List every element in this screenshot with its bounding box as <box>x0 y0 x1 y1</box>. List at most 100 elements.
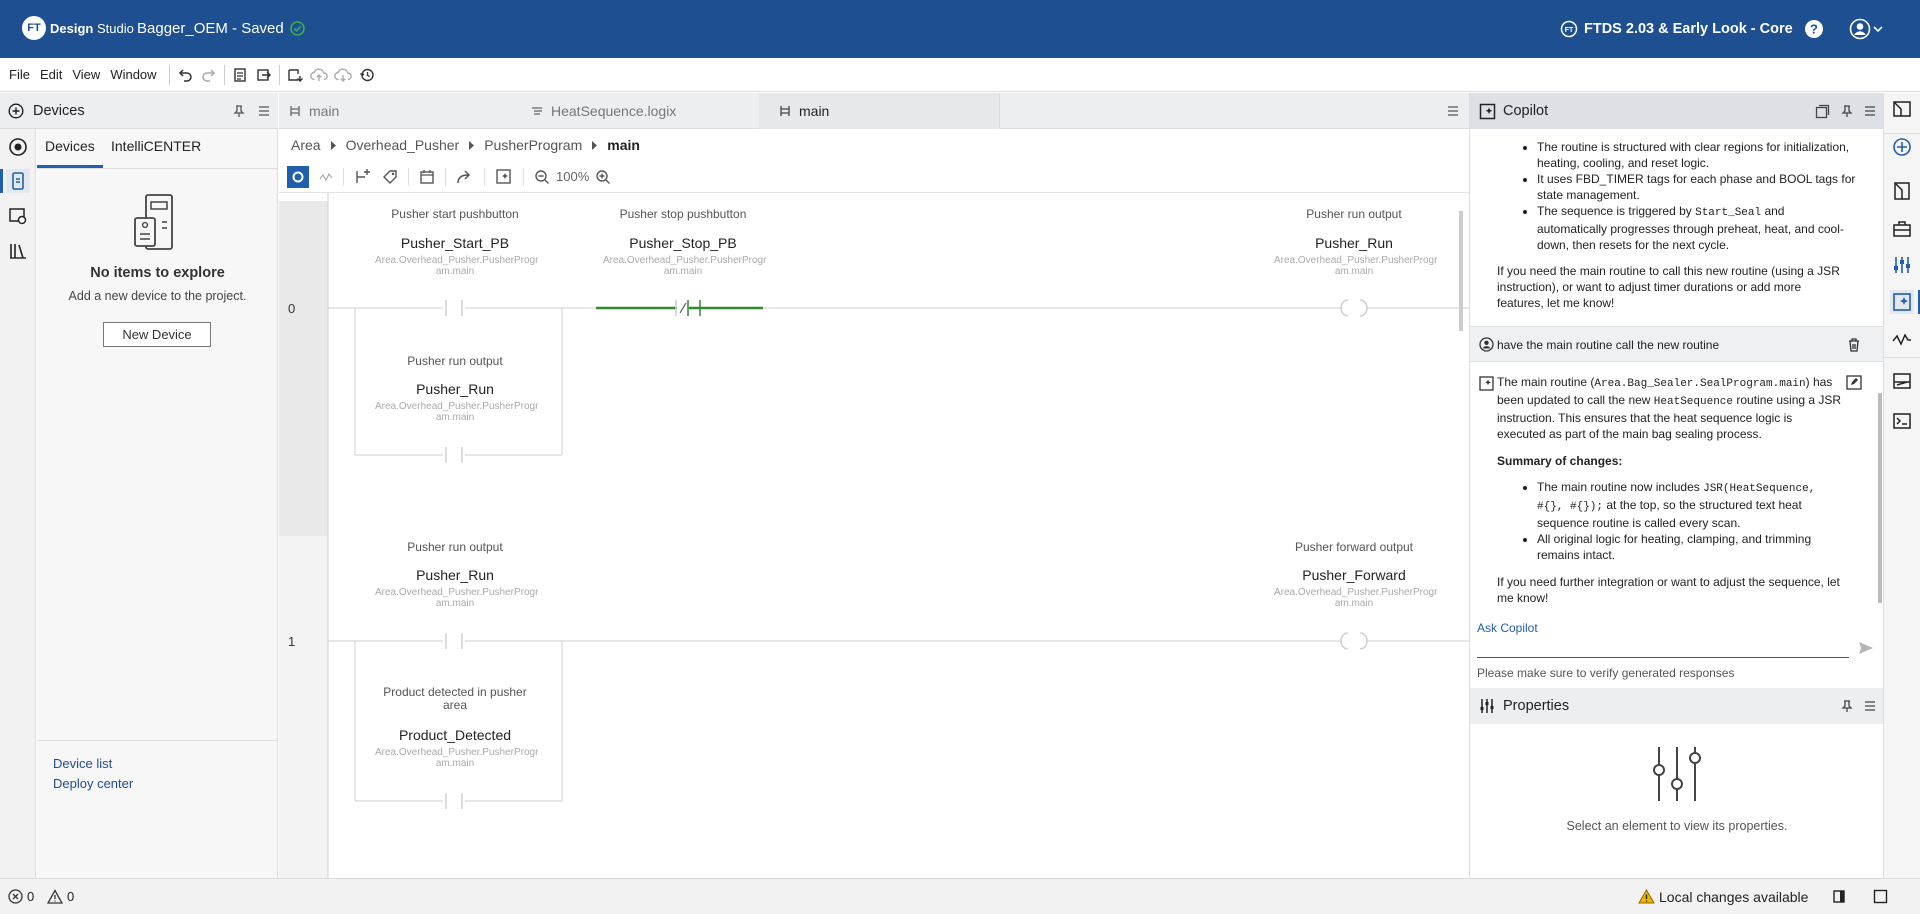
menu-view[interactable]: View <box>72 67 109 82</box>
menu-file[interactable]: File <box>9 67 39 82</box>
properties-rail-icon[interactable] <box>1890 253 1914 277</box>
help-icon[interactable]: ? <box>1804 19 1824 39</box>
design-studio-wordmark: Design Studio <box>50 21 134 36</box>
explorer-icon[interactable] <box>6 135 30 159</box>
zoom-out-icon[interactable] <box>534 169 550 185</box>
project-title[interactable]: Bagger_OEM - Saved <box>137 20 305 37</box>
output-panel-icon[interactable] <box>1890 369 1914 393</box>
pin-icon[interactable] <box>1840 104 1854 118</box>
tag-path: Area.Overhead_Pusher.PusherProgram.main <box>1274 255 1434 277</box>
breadcrumb-item-pusher-program[interactable]: PusherProgram <box>484 137 582 153</box>
right-activity-rail <box>1883 93 1920 878</box>
tag-path: Area.Overhead_Pusher.PusherProgram.main <box>375 255 535 277</box>
history-icon[interactable] <box>355 63 379 87</box>
go-to-icon[interactable] <box>456 169 474 185</box>
logo-design-text: Design <box>50 21 93 36</box>
copilot-rail-icon[interactable] <box>1890 290 1914 314</box>
dock-icon[interactable] <box>1832 889 1846 904</box>
tag-name: Pusher_Run <box>1274 235 1434 251</box>
menu-window[interactable]: Window <box>110 67 165 82</box>
toolbox-icon[interactable] <box>1890 217 1914 241</box>
previous-closing: If you need the main routine to call thi… <box>1497 263 1842 311</box>
download-icon[interactable] <box>283 63 307 87</box>
pin-icon[interactable] <box>1840 699 1854 713</box>
explorer-compass-icon[interactable] <box>1890 135 1914 159</box>
tag-description: Product detected in pusher area <box>375 686 535 712</box>
breadcrumb-separator-icon <box>330 141 337 150</box>
add-device-icon[interactable] <box>8 103 24 119</box>
tab-divider <box>999 93 1000 129</box>
new-file-icon[interactable] <box>228 63 252 87</box>
panel-menu-icon[interactable] <box>1863 104 1877 118</box>
tag-path-line1: Area.Overhead_Pusher.PusherProgr <box>375 747 538 758</box>
delete-icon[interactable] <box>1847 337 1861 353</box>
zoom-in-icon[interactable] <box>595 169 611 185</box>
open-project-icon[interactable] <box>252 63 276 87</box>
deploy-center-link[interactable]: Deploy center <box>53 776 133 791</box>
terminal-icon[interactable] <box>1890 409 1914 433</box>
tag-description: Pusher run output <box>375 540 535 554</box>
tab-intellicenter[interactable]: IntelliCENTER <box>111 138 201 154</box>
tab-main-1[interactable]: main <box>279 93 519 129</box>
tag-path-line1: Area.Overhead_Pusher.PusherProgr <box>603 255 766 266</box>
undo-icon[interactable] <box>173 63 197 87</box>
layout-toggle-icon[interactable] <box>1890 97 1914 121</box>
library-icon[interactable] <box>6 239 30 263</box>
inline-code: Start_Seal <box>1695 207 1761 219</box>
tag-name: Pusher_Start_PB <box>375 235 535 251</box>
tag-icon[interactable] <box>382 169 398 185</box>
breadcrumb: Area Overhead_Pusher PusherProgram main <box>279 129 1469 161</box>
add-rung-icon[interactable] <box>354 169 372 185</box>
tag-description: Pusher run output <box>375 354 535 368</box>
ask-copilot-input[interactable] <box>1477 636 1849 658</box>
calendar-icon[interactable] <box>419 169 435 185</box>
inline-code: Area.Bag_Sealer.SealProgram.main <box>1594 378 1805 390</box>
warning-icon[interactable] <box>47 889 63 904</box>
chat-scrollbar[interactable] <box>1878 393 1882 603</box>
status-bar: 0 0 Local changes available <box>0 878 1920 914</box>
local-changes-text[interactable]: Local changes available <box>1659 889 1808 905</box>
cloud-download-icon[interactable] <box>331 63 355 87</box>
devices-icon[interactable] <box>6 169 30 193</box>
maximize-icon[interactable] <box>1873 889 1888 904</box>
breadcrumb-item-overhead-pusher[interactable]: Overhead_Pusher <box>346 137 460 153</box>
device-list-link[interactable]: Device list <box>53 756 112 771</box>
editor-menu-icon[interactable] <box>1446 104 1460 118</box>
user-menu[interactable] <box>1849 18 1883 40</box>
online-toggle-icon[interactable] <box>287 166 309 188</box>
panel-menu-icon[interactable] <box>1863 699 1877 713</box>
new-chat-icon[interactable] <box>1815 104 1830 119</box>
redo-icon[interactable] <box>197 63 221 87</box>
tab-main-2[interactable]: main <box>759 93 999 129</box>
pin-icon[interactable] <box>232 104 246 118</box>
bullet-text: The sequence is triggered by <box>1537 204 1695 218</box>
trend-icon[interactable] <box>319 170 333 184</box>
send-icon[interactable] <box>1858 640 1874 656</box>
panel-menu-icon[interactable] <box>257 104 271 118</box>
tab-devices[interactable]: Devices <box>45 138 95 154</box>
devices-panel-header: Devices <box>0 93 278 129</box>
trend-chart-icon[interactable] <box>1890 327 1914 351</box>
response-text: The main routine ( <box>1497 375 1594 389</box>
tab-heatsequence[interactable]: HeatSequence.logix <box>519 93 759 129</box>
tag-name: Pusher_Stop_PB <box>603 235 763 251</box>
cloud-upload-icon[interactable] <box>307 63 331 87</box>
product-icon: FT <box>1560 20 1578 38</box>
product-selector[interactable]: FT FTDS 2.03 & Early Look - Core <box>1560 20 1793 38</box>
chevron-down-icon <box>1873 24 1883 34</box>
devices-panel: Devices IntelliCENTER No items to explor… <box>37 129 278 878</box>
tag-path-line2: am.main <box>436 598 474 609</box>
tag-name: Pusher_Run <box>375 567 535 583</box>
split-view-icon[interactable] <box>1890 179 1914 203</box>
previous-bullets: The routine is structured with clear reg… <box>1523 139 1857 253</box>
tag-path-line1: Area.Overhead_Pusher.PusherProgr <box>375 401 538 412</box>
response-closing: If you need further integration or want … <box>1497 574 1842 606</box>
bullet-text: The main routine now includes <box>1537 480 1703 494</box>
copilot-assist-icon[interactable] <box>495 168 513 186</box>
menu-edit[interactable]: Edit <box>40 67 71 82</box>
breadcrumb-item-area[interactable]: Area <box>291 137 321 153</box>
device-settings-icon[interactable] <box>6 204 30 228</box>
edit-code-icon[interactable] <box>1846 375 1862 390</box>
error-icon[interactable] <box>8 889 23 904</box>
new-device-button[interactable]: New Device <box>103 322 211 347</box>
